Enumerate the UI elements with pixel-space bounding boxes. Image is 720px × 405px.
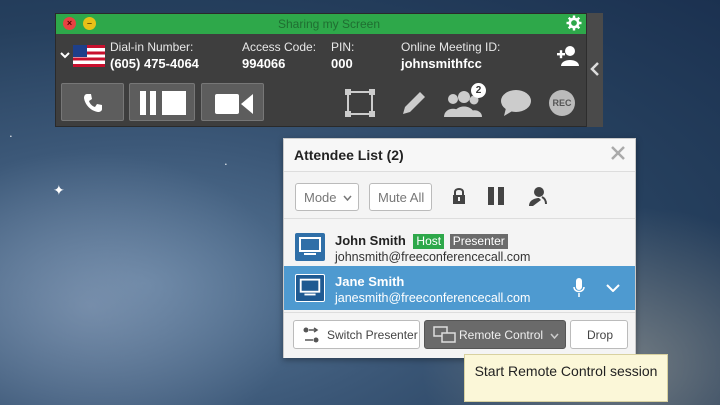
meeting-id-field: Online Meeting ID: johnsmithfcc — [401, 40, 500, 71]
window-titlebar[interactable]: × – Sharing my Screen — [56, 14, 602, 34]
chevron-down-icon[interactable] — [606, 284, 620, 292]
screen-region-icon[interactable] — [345, 89, 375, 117]
pin-field: PIN: 000 — [331, 40, 354, 71]
monitor-icon — [295, 274, 325, 302]
pin-label: PIN: — [331, 40, 355, 54]
remote-control-button[interactable]: Remote Control — [424, 320, 566, 349]
attendee-row-selected[interactable]: Jane Smith janesmith@freeconferencecall.… — [284, 266, 635, 310]
gear-icon[interactable] — [566, 15, 582, 31]
mute-all-button[interactable]: Mute All — [369, 183, 432, 211]
attendee-name-text: John Smith — [335, 233, 406, 248]
star-icon: • — [225, 162, 227, 168]
meeting-id-value: johnsmithfcc — [401, 56, 482, 71]
chevron-down-icon — [343, 195, 352, 201]
record-button[interactable]: REC — [549, 90, 575, 116]
panel-footer: Switch Presenter Remote Control Drop — [284, 312, 635, 358]
dialin-value: (605) 475-4064 — [110, 56, 199, 71]
panel-header: Attendee List (2) — [284, 139, 635, 172]
remote-screens-icon — [433, 326, 456, 343]
attendee-panel: Attendee List (2) Mode Mute All John Smi… — [283, 138, 636, 358]
conference-toolbar: × – Sharing my Screen Dial-in Number: (6… — [55, 13, 603, 127]
panel-title: Attendee List (2) — [294, 147, 404, 163]
chat-icon[interactable] — [500, 89, 532, 117]
attendee-email: johnsmith@freeconferencecall.com — [335, 250, 531, 264]
star-icon: ✦ — [53, 182, 65, 198]
attendee-name: Jane Smith — [335, 274, 405, 289]
attendee-name: John Smith Host Presenter — [335, 233, 508, 249]
star-icon: • — [10, 134, 12, 140]
user-talk-icon[interactable] — [527, 186, 547, 206]
chevron-down-icon[interactable] — [60, 50, 70, 60]
remote-control-tooltip: Start Remote Control session — [464, 354, 668, 402]
microphone-icon[interactable] — [573, 278, 585, 298]
pencil-icon[interactable] — [400, 89, 428, 117]
desktop-glow — [0, 150, 300, 405]
video-camera-icon — [215, 94, 253, 114]
mode-select[interactable]: Mode — [295, 183, 359, 211]
access-code-label: Access Code: — [242, 40, 317, 54]
dialin-label: Dial-in Number: — [110, 40, 194, 54]
presenter-tag: Presenter — [449, 234, 508, 249]
video-button[interactable] — [201, 83, 264, 121]
host-tag: Host — [413, 234, 445, 249]
drop-label: Drop — [587, 328, 614, 342]
pause-stop-button[interactable] — [129, 83, 195, 121]
window-title: Sharing my Screen — [277, 17, 381, 31]
monitor-icon — [295, 233, 325, 261]
remote-control-label: Remote Control — [459, 328, 544, 342]
pin-value: 000 — [331, 56, 353, 71]
access-code-value: 994066 — [242, 56, 286, 71]
panel-tools: Mode Mute All — [284, 173, 635, 219]
chevron-down-icon[interactable] — [550, 333, 559, 339]
access-code-field: Access Code: 994066 — [242, 40, 316, 71]
drop-button[interactable]: Drop — [570, 320, 628, 349]
close-icon[interactable] — [611, 146, 625, 160]
meeting-id-label: Online Meeting ID: — [401, 40, 501, 54]
dialin-field: Dial-in Number: (605) 475-4064 — [110, 40, 199, 71]
meeting-info: Dial-in Number: (605) 475-4064 Access Co… — [56, 40, 602, 76]
collapse-toolbar-tab[interactable] — [586, 13, 603, 127]
mode-select-label: Mode — [304, 190, 337, 205]
pause-icon[interactable] — [488, 187, 504, 205]
pause-stop-icon — [140, 91, 186, 115]
switch-icon — [303, 327, 319, 343]
us-flag-icon[interactable] — [73, 45, 105, 67]
add-user-icon[interactable] — [556, 45, 580, 67]
switch-presenter-button[interactable]: Switch Presenter — [293, 320, 420, 349]
phone-icon — [84, 94, 102, 112]
attendee-email: janesmith@freeconferencecall.com — [335, 291, 531, 305]
mute-all-label: Mute All — [378, 190, 425, 205]
phone-button[interactable] — [61, 83, 124, 121]
lock-icon[interactable] — [452, 187, 466, 205]
chevron-left-icon — [590, 62, 599, 76]
switch-presenter-label: Switch Presenter — [327, 328, 418, 342]
participants-count-badge: 2 — [471, 83, 486, 98]
attendee-row[interactable]: John Smith Host Presenter johnsmith@free… — [284, 225, 635, 269]
